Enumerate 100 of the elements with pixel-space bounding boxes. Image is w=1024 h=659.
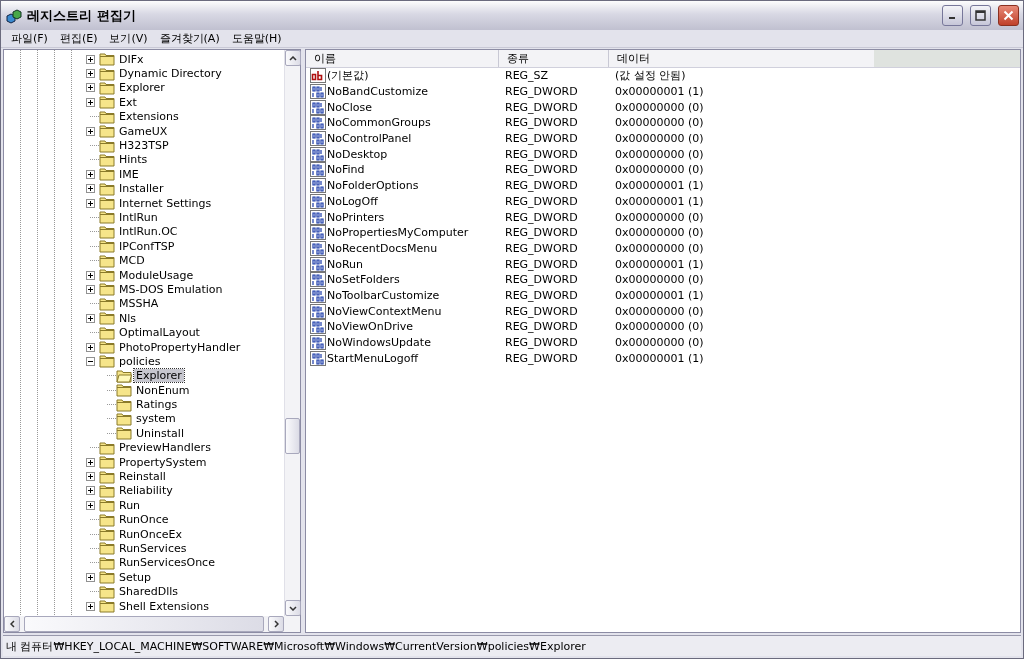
tree-item[interactable]: Explorer xyxy=(117,81,167,95)
value-name[interactable]: NoDesktop xyxy=(327,147,388,161)
tree-item[interactable]: Reliability xyxy=(117,484,175,498)
binary-value-icon xyxy=(310,335,326,351)
minimize-button[interactable] xyxy=(942,5,963,26)
tree-item[interactable]: PreviewHandlers xyxy=(117,441,213,455)
maximize-button[interactable] xyxy=(970,5,991,26)
value-name[interactable]: NoPrinters xyxy=(327,210,385,224)
tree-item[interactable]: IPConfTSP xyxy=(117,239,177,253)
collapse-icon[interactable] xyxy=(86,356,95,366)
expand-icon[interactable] xyxy=(86,97,95,107)
value-name[interactable]: NoRun xyxy=(327,257,364,271)
tree-item[interactable]: GameUX xyxy=(117,124,170,138)
binary-value-icon xyxy=(310,178,326,194)
tree-item[interactable]: IntlRun.OC xyxy=(117,225,180,239)
value-name[interactable]: StartMenuLogoff xyxy=(327,351,419,365)
tree-item[interactable]: MS-DOS Emulation xyxy=(117,282,225,296)
table-cell-text: REG_SZ xyxy=(504,69,550,83)
value-name[interactable]: NoToolbarCustomize xyxy=(327,288,440,302)
expand-icon[interactable] xyxy=(86,270,95,280)
expand-icon[interactable] xyxy=(86,601,95,611)
value-name[interactable]: NoControlPanel xyxy=(327,132,412,146)
tree-item[interactable]: OptimalLayout xyxy=(117,326,202,340)
tree-item[interactable]: Shell Extensions xyxy=(117,599,212,613)
tree-item[interactable]: Dynamic Directory xyxy=(117,67,224,81)
value-name[interactable]: NoSetFolders xyxy=(327,273,400,287)
tree-item[interactable]: PhotoPropertyHandler xyxy=(117,340,243,354)
tree-item[interactable]: Uninstall xyxy=(134,426,186,440)
menu-item[interactable]: 즐겨찾기(A) xyxy=(153,31,226,46)
tree-connector xyxy=(90,260,99,262)
tree-item[interactable]: Hints xyxy=(117,153,150,167)
tree-item[interactable]: system xyxy=(134,412,178,426)
expand-icon[interactable] xyxy=(86,572,95,582)
tree-item[interactable]: SharedDlls xyxy=(117,585,181,599)
value-name[interactable]: NoViewContextMenu xyxy=(327,304,442,318)
tree-item[interactable]: Run xyxy=(117,498,143,512)
scroll-up-button[interactable] xyxy=(285,50,301,66)
tree-item[interactable]: Extensions xyxy=(117,110,181,124)
value-name[interactable]: (기본값) xyxy=(327,68,369,84)
expand-icon[interactable] xyxy=(86,313,95,323)
value-name[interactable]: NoViewOnDrive xyxy=(327,320,414,334)
expand-icon[interactable] xyxy=(86,83,95,93)
column-header[interactable]: 종류 xyxy=(499,50,609,67)
menu-item[interactable]: 파일(F) xyxy=(5,31,54,46)
tree-item[interactable]: MCD xyxy=(117,254,147,268)
expand-icon[interactable] xyxy=(86,54,95,64)
tree-item[interactable]: RunServicesOnce xyxy=(117,556,217,570)
tree-item[interactable]: MSSHA xyxy=(117,297,161,311)
expand-icon[interactable] xyxy=(86,198,95,208)
column-header[interactable]: 이름 xyxy=(306,50,499,67)
value-name[interactable]: NoLogOff xyxy=(327,194,378,208)
menu-item[interactable]: 도움말(H) xyxy=(225,31,288,46)
expand-icon[interactable] xyxy=(86,184,95,194)
expand-icon[interactable] xyxy=(86,486,95,496)
tree-item[interactable]: RunOnceEx xyxy=(117,527,184,541)
scroll-right-button[interactable] xyxy=(268,616,284,632)
tree-item[interactable]: RunOnce xyxy=(117,513,171,527)
value-name[interactable]: NoClose xyxy=(327,100,372,114)
binary-value-icon xyxy=(310,115,326,131)
scroll-down-button[interactable] xyxy=(285,600,301,616)
tree-item[interactable]: ModuleUsage xyxy=(117,268,196,282)
tree-item[interactable]: NonEnum xyxy=(134,383,192,397)
vertical-scrollbar[interactable] xyxy=(284,50,300,616)
tree-item[interactable]: policies xyxy=(117,354,163,368)
scroll-thumb[interactable] xyxy=(285,417,300,454)
value-name[interactable]: NoCommonGroups xyxy=(327,116,431,130)
value-name[interactable]: NoBandCustomize xyxy=(327,85,428,99)
tree-item[interactable]: DIFx xyxy=(117,52,146,66)
value-name[interactable]: NoFind xyxy=(327,163,365,177)
scroll-left-button[interactable] xyxy=(4,616,20,632)
expand-icon[interactable] xyxy=(86,69,95,79)
menu-item[interactable]: 보기(V) xyxy=(103,31,154,46)
tree-item[interactable]: Reinstall xyxy=(117,470,168,483)
expand-icon[interactable] xyxy=(86,500,95,510)
tree-item[interactable]: Explorer xyxy=(134,369,184,383)
tree-item[interactable]: PropertySystem xyxy=(117,455,209,469)
expand-icon[interactable] xyxy=(86,126,95,136)
tree-item[interactable]: IME xyxy=(117,167,141,181)
tree-item[interactable]: Ratings xyxy=(134,398,180,412)
menu-item[interactable]: 편집(E) xyxy=(53,31,104,46)
tree-item[interactable]: H323TSP xyxy=(117,139,171,153)
tree-item[interactable]: Installer xyxy=(117,182,166,196)
tree-item[interactable]: Internet Settings xyxy=(117,196,214,210)
expand-icon[interactable] xyxy=(86,457,95,467)
table-cell-text: REG_DWORD xyxy=(504,273,579,287)
expand-icon[interactable] xyxy=(86,472,95,481)
expand-icon[interactable] xyxy=(86,342,95,352)
value-name[interactable]: NoRecentDocsMenu xyxy=(327,241,438,255)
tree-item[interactable]: Ext xyxy=(117,95,139,109)
expand-icon[interactable] xyxy=(86,284,95,294)
column-header[interactable]: 데이터 xyxy=(609,50,874,67)
close-button[interactable] xyxy=(998,5,1019,26)
value-name[interactable]: NoWindowsUpdate xyxy=(327,336,431,350)
tree-item[interactable]: IntlRun xyxy=(117,211,160,224)
tree-item[interactable]: Nls xyxy=(117,311,138,325)
tree-item[interactable]: RunServices xyxy=(117,541,189,555)
value-name[interactable]: NoFolderOptions xyxy=(327,179,419,193)
tree-item[interactable]: Setup xyxy=(117,570,154,584)
value-name[interactable]: NoPropertiesMyComputer xyxy=(327,226,469,240)
expand-icon[interactable] xyxy=(86,169,95,179)
